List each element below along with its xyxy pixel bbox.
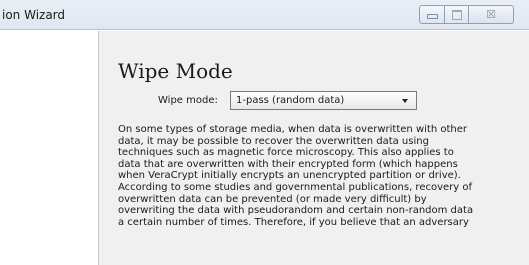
wizard-content: Wipe Mode Wipe mode: 1-pass (random data…: [99, 31, 529, 265]
close-icon: ☒: [486, 8, 496, 21]
window-title: ion Wizard: [2, 8, 66, 22]
minimize-icon: [426, 14, 438, 19]
maximize-button[interactable]: [444, 5, 469, 24]
wipe-mode-description: On some types of storage media, when dat…: [118, 124, 474, 228]
wizard-side-panel: [0, 31, 99, 265]
wipe-mode-dropdown[interactable]: 1-pass (random data): [230, 91, 417, 110]
wipe-mode-label: Wipe mode:: [158, 95, 218, 106]
minimize-button[interactable]: [419, 5, 445, 24]
title-bar[interactable]: ion Wizard ☒: [0, 0, 529, 30]
chevron-down-icon: [402, 99, 408, 103]
maximize-icon: [451, 9, 462, 20]
page-title: Wipe Mode: [118, 59, 233, 83]
close-button[interactable]: ☒: [468, 5, 514, 24]
wipe-mode-selected-value: 1-pass (random data): [236, 95, 345, 106]
